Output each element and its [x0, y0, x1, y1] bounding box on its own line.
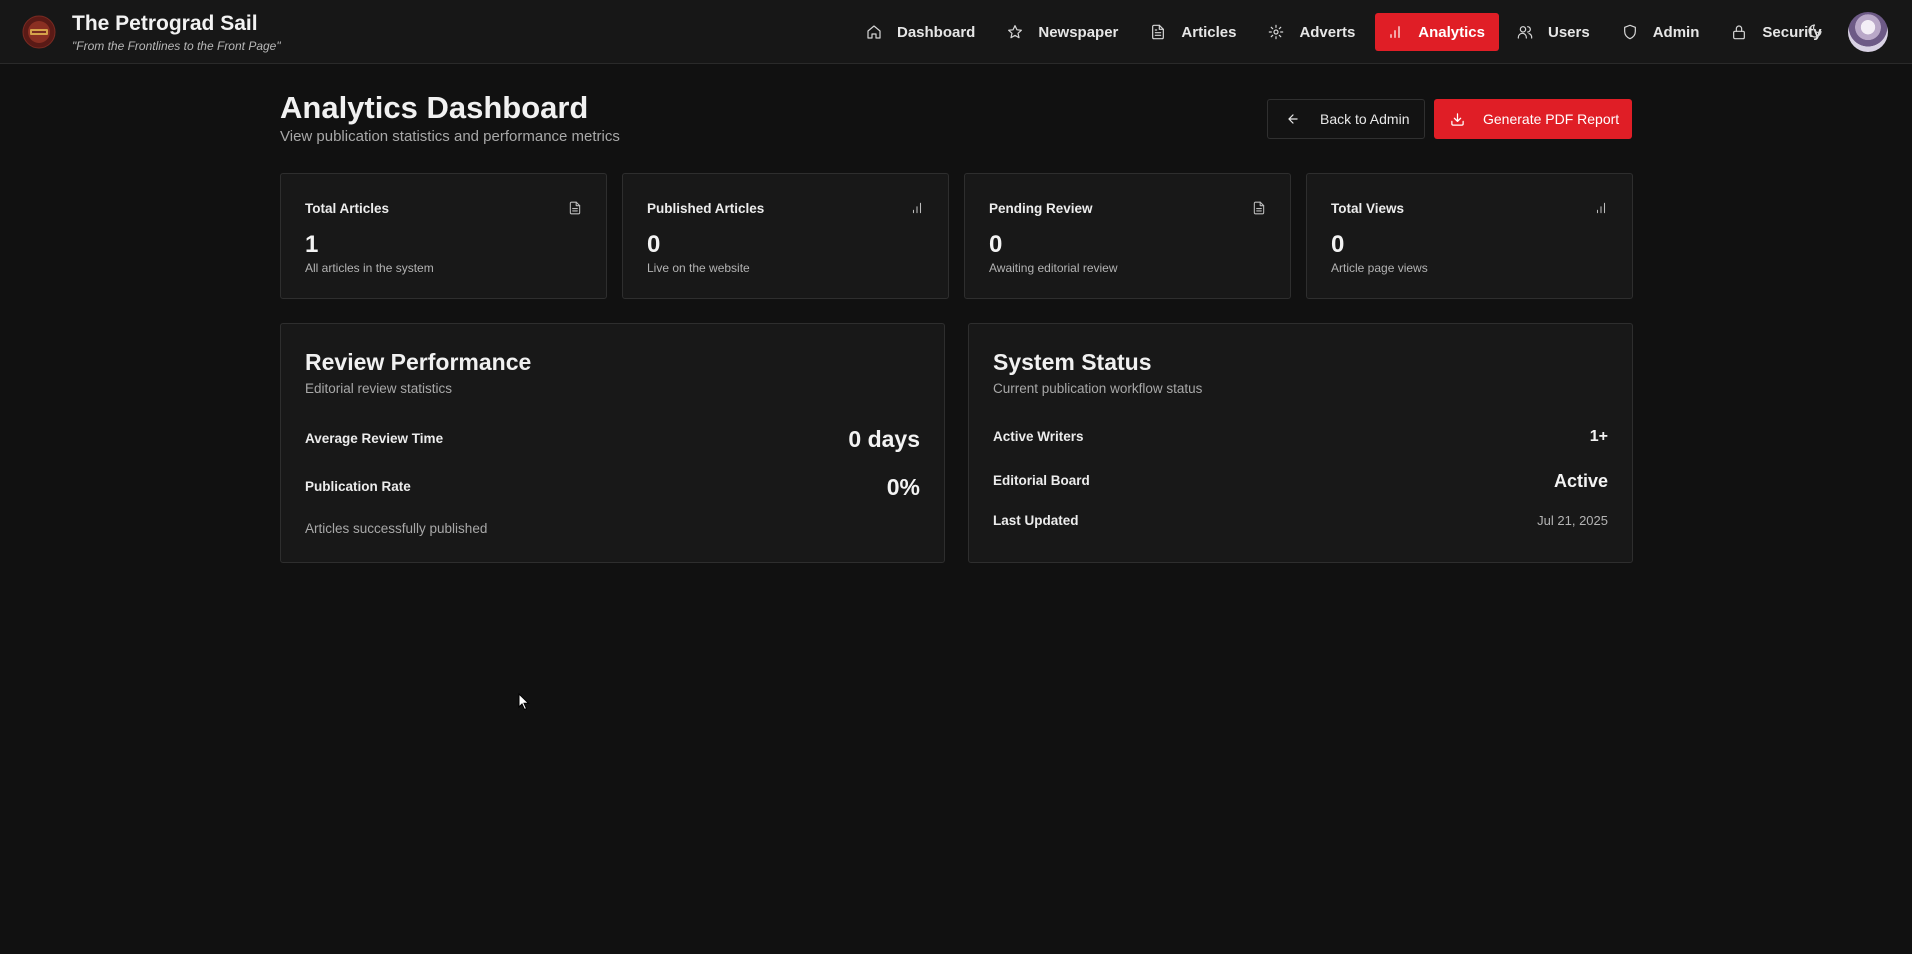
editorial-board-label: Editorial Board	[993, 473, 1090, 488]
star-icon	[1008, 25, 1023, 39]
active-writers-value: 1+	[1589, 428, 1608, 445]
bar-chart-icon	[910, 201, 924, 215]
average-review-time-value: 0 days	[848, 426, 920, 452]
active-writers-label: Active Writers	[993, 429, 1084, 444]
nav-item-users[interactable]: Users	[1505, 13, 1604, 51]
nav-item-articles[interactable]: Articles	[1138, 13, 1250, 51]
stat-card-total-articles: Total Articles 1 All articles in the sys…	[280, 173, 607, 299]
panel-subtitle: Current publication workflow status	[993, 381, 1203, 396]
brand-tagline: "From the Frontlines to the Front Page"	[72, 39, 281, 53]
stat-title: Published Articles	[647, 201, 765, 216]
panel-title: Review Performance	[305, 349, 532, 375]
nav-item-analytics[interactable]: Analytics	[1375, 13, 1499, 51]
editorial-board-value: Active	[1553, 471, 1608, 491]
nav-item-label: Analytics	[1418, 23, 1485, 41]
stat-card-total-views: Total Views 0 Article page views	[1306, 173, 1633, 299]
nav-item-label: Admin	[1652, 23, 1700, 41]
stat-description: Live on the website	[647, 261, 750, 275]
stat-card-pending-review: Pending Review 0 Awaiting editorial revi…	[964, 173, 1291, 299]
stat-value: 0	[647, 231, 661, 258]
lock-icon	[1733, 25, 1746, 40]
moon-icon	[1808, 24, 1822, 38]
average-review-time-label: Average Review Time	[305, 431, 444, 446]
download-icon	[1451, 112, 1464, 126]
stat-description: All articles in the system	[305, 261, 434, 275]
user-avatar[interactable]	[1848, 12, 1888, 52]
generate-pdf-report-label: Generate PDF Report	[1483, 111, 1620, 127]
nav-item-dashboard[interactable]: Dashboard	[854, 13, 989, 51]
shield-icon	[1623, 24, 1636, 40]
brand-logo[interactable]	[22, 15, 56, 49]
bar-chart-icon	[1390, 26, 1400, 38]
brand-name[interactable]: The Petrograd Sail	[72, 12, 258, 36]
stat-value: 0	[989, 231, 1003, 258]
publication-rate-note: Articles successfully published	[305, 521, 488, 536]
nav-item-label: Adverts	[1299, 23, 1356, 41]
arrow-left-icon	[1288, 114, 1298, 124]
mouse-cursor-icon	[518, 693, 530, 711]
page-title: Analytics Dashboard	[280, 90, 589, 125]
last-updated-label: Last Updated	[993, 513, 1079, 528]
nav-item-newspaper[interactable]: Newspaper	[995, 13, 1132, 51]
users-icon	[1517, 26, 1533, 39]
document-icon	[1252, 201, 1266, 215]
panel-title: System Status	[993, 349, 1152, 375]
nav-item-admin[interactable]: Admin	[1610, 13, 1714, 51]
stat-value: 1	[305, 231, 319, 258]
publication-rate-label: Publication Rate	[305, 479, 411, 494]
page-subtitle: View publication statistics and performa…	[280, 128, 620, 145]
system-status-panel: System Status Current publication workfl…	[968, 323, 1633, 563]
bar-chart-icon	[1594, 201, 1608, 215]
stat-description: Article page views	[1331, 261, 1428, 275]
nav-item-label: Articles	[1181, 23, 1237, 41]
back-to-admin-button[interactable]: Back to Admin	[1267, 99, 1425, 139]
stat-value: 0	[1331, 231, 1345, 258]
nav-item-label: Users	[1548, 23, 1590, 41]
top-navigation-bar: The Petrograd Sail "From the Frontlines …	[0, 0, 1912, 64]
stat-title: Pending Review	[989, 201, 1093, 216]
document-icon	[568, 201, 582, 215]
back-to-admin-label: Back to Admin	[1320, 111, 1410, 127]
panel-subtitle: Editorial review statistics	[305, 381, 453, 396]
last-updated-value: Jul 21, 2025	[1537, 513, 1608, 528]
nav-item-adverts[interactable]: Adverts	[1256, 13, 1369, 51]
home-icon	[867, 25, 881, 39]
nav-item-label: Newspaper	[1038, 23, 1119, 41]
stat-card-published-articles: Published Articles 0 Live on the website	[622, 173, 949, 299]
main-nav: Dashboard Newspaper Articles Adverts Ana…	[854, 12, 1842, 52]
generate-pdf-report-button[interactable]: Generate PDF Report	[1434, 99, 1632, 139]
publication-rate-value: 0%	[886, 474, 920, 500]
document-icon	[1152, 24, 1165, 40]
stat-title: Total Articles	[305, 201, 390, 216]
stat-title: Total Views	[1331, 201, 1405, 216]
gear-icon	[1269, 24, 1284, 40]
theme-toggle-button[interactable]	[1803, 19, 1827, 43]
review-performance-panel: Review Performance Editorial review stat…	[280, 323, 945, 563]
stat-description: Awaiting editorial review	[989, 261, 1118, 275]
nav-item-label: Dashboard	[897, 23, 976, 41]
